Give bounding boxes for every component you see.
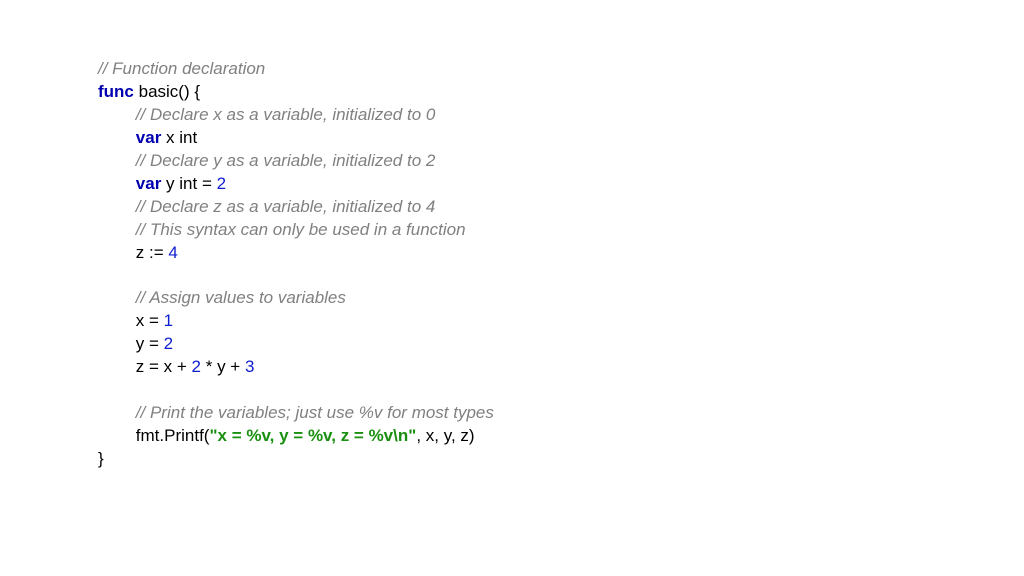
keyword-var: var [136, 174, 162, 193]
code-text: x = [136, 311, 164, 330]
code-text: z := [136, 243, 169, 262]
number-literal: 2 [164, 334, 173, 353]
code-text: basic() { [134, 82, 200, 101]
comment-line: // Assign values to variables [136, 288, 346, 307]
code-text: x int [161, 128, 197, 147]
number-literal: 2 [217, 174, 226, 193]
code-block: // Function declaration func basic() { /… [0, 0, 1024, 471]
number-literal: 3 [245, 357, 254, 376]
number-literal: 1 [164, 311, 173, 330]
comment-line: // This syntax can only be used in a fun… [136, 220, 466, 239]
number-literal: 2 [192, 357, 201, 376]
comment-line: // Print the variables; just use %v for … [136, 403, 494, 422]
comment-line: // Declare z as a variable, initialized … [136, 197, 436, 216]
code-text: } [98, 449, 104, 468]
code-text: z = x + [136, 357, 192, 376]
keyword-var: var [136, 128, 162, 147]
string-literal: "x = %v, y = %v, z = %v\n" [209, 426, 416, 445]
code-text: y = [136, 334, 164, 353]
comment-line: // Declare x as a variable, initialized … [136, 105, 436, 124]
number-literal: 4 [168, 243, 177, 262]
code-text: y int = [161, 174, 216, 193]
code-text: * y + [201, 357, 245, 376]
keyword-func: func [98, 82, 134, 101]
comment-line: // Declare y as a variable, initialized … [136, 151, 436, 170]
comment-line: // Function declaration [98, 59, 265, 78]
code-text: , x, y, z) [416, 426, 474, 445]
code-text: fmt.Printf( [136, 426, 210, 445]
